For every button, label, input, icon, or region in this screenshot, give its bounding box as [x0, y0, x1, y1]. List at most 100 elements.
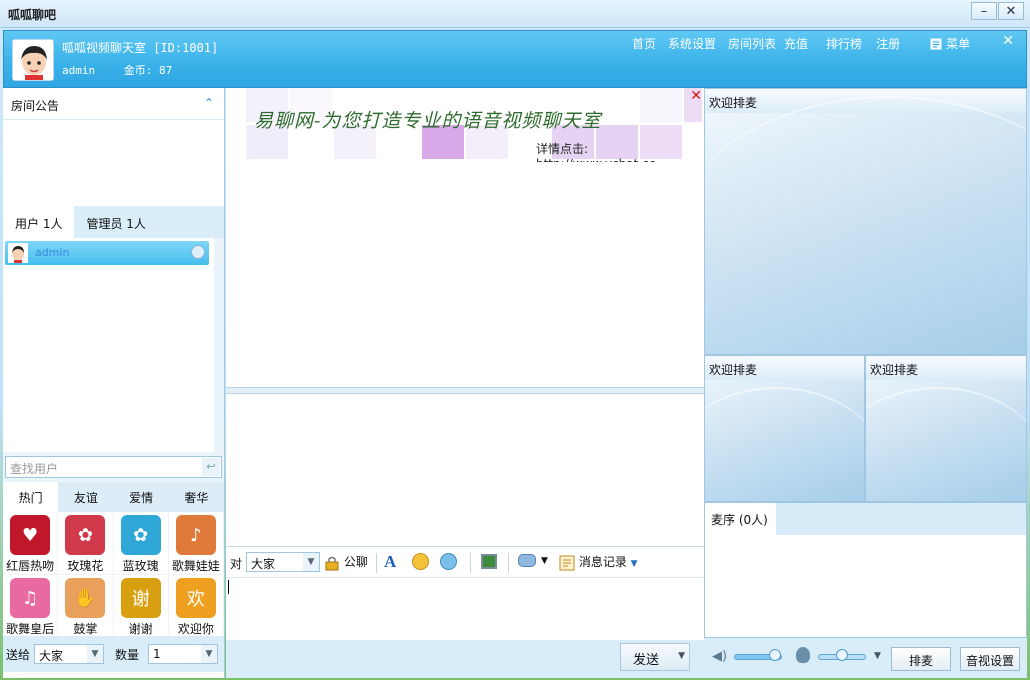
- video-panel: 欢迎排麦 欢迎排麦 欢迎排麦 麦序 (0人) ◀) ▼ 排麦 音视设置: [704, 88, 1027, 678]
- queue-button[interactable]: 排麦: [891, 647, 951, 671]
- menu-label: 菜单: [946, 37, 971, 51]
- close-icon[interactable]: ✕: [690, 88, 702, 104]
- gift-item[interactable]: ♥ 红唇热吻: [3, 512, 59, 575]
- tab-admins[interactable]: 管理员 1人: [74, 206, 157, 238]
- chevron-down-icon[interactable]: ▼: [541, 556, 548, 566]
- minimize-button[interactable]: –: [971, 2, 997, 20]
- gift-item[interactable]: ♫ 歌舞皇后: [3, 575, 59, 638]
- enter-icon[interactable]: ↩: [202, 458, 220, 476]
- public-chat-toggle[interactable]: 公聊: [324, 553, 368, 571]
- second-mic-video[interactable]: 欢迎排麦: [704, 355, 865, 502]
- quantity-value: 1: [153, 647, 161, 661]
- mic-title: 欢迎排麦: [866, 356, 1026, 380]
- gift-item[interactable]: ♪ 歌舞娃娃: [168, 512, 224, 575]
- room-title: 呱呱视频聊天室 [ID:1001]: [62, 41, 219, 55]
- nav-room-list[interactable]: 房间列表: [728, 35, 776, 52]
- applause-icon: ✋: [65, 578, 106, 618]
- search-input[interactable]: 查找用户 ↩: [5, 456, 222, 478]
- nav-rank[interactable]: 排行榜: [826, 35, 862, 52]
- mic-volume-handle[interactable]: [836, 649, 848, 661]
- chevron-down-icon: ▼: [303, 553, 319, 571]
- user-list: admin: [3, 238, 224, 452]
- chat-panel: 易聊网-为您打造专业的语音视频聊天室 详情点击: http://www.ycha…: [226, 88, 704, 678]
- nav-register[interactable]: 注册: [876, 35, 900, 52]
- thanks-icon: 谢: [120, 578, 161, 618]
- chat-bubble-icon[interactable]: [518, 554, 536, 567]
- quantity-label: 数量: [115, 648, 140, 662]
- font-icon[interactable]: A: [384, 552, 396, 572]
- send-to-value: 大家: [39, 649, 64, 663]
- av-controls: ◀) ▼ 排麦 音视设置: [704, 638, 1027, 678]
- left-panel: 房间公告 ⌃ 用户 1人 管理员 1人 admin 查找用户 ↩ 热门 友谊 爱…: [3, 88, 225, 678]
- gift-label: 歌舞娃娃: [171, 559, 220, 573]
- chat-target-select[interactable]: 大家 ▼: [246, 552, 320, 572]
- gift-tab-love[interactable]: 爱情: [114, 482, 169, 512]
- speaker-volume-handle[interactable]: [768, 649, 781, 661]
- private-message-area[interactable]: [226, 394, 704, 546]
- history-button[interactable]: 消息记录 ▼: [559, 553, 638, 571]
- speaker-icon[interactable]: ◀): [712, 649, 727, 664]
- ad-banner[interactable]: 易聊网-为您打造专业的语音视频聊天室 详情点击: http://www.ycha…: [226, 88, 704, 162]
- gift-item[interactable]: 欢欢迎你: [168, 575, 224, 638]
- gift-tab-luxury[interactable]: 奢华: [169, 482, 224, 512]
- user-row-avatar: [8, 243, 28, 263]
- user-tabs: 用户 1人 管理员 1人: [3, 206, 224, 238]
- gift-label: 玫瑰花: [67, 559, 104, 573]
- blue-rose-icon: ✿: [120, 515, 161, 555]
- gift-item[interactable]: ✿ 玫瑰花: [58, 512, 114, 575]
- chevron-down-icon: ▼: [201, 645, 217, 663]
- mic-queue-title: 麦序 (0人): [705, 503, 776, 535]
- notice-header: 房间公告 ⌃: [3, 88, 224, 120]
- welcome-icon: 欢: [175, 578, 216, 618]
- chat-target-value: 大家: [251, 557, 276, 571]
- main-mic-video[interactable]: 欢迎排麦: [704, 88, 1027, 355]
- chevron-down-icon[interactable]: ▼: [874, 651, 881, 661]
- user-avatar[interactable]: [12, 39, 54, 81]
- collapse-icon[interactable]: ⌃: [204, 96, 214, 110]
- public-chat-label: 公聊: [343, 555, 368, 569]
- send-to-select[interactable]: 大家 ▼: [34, 644, 104, 664]
- gift-item[interactable]: 谢谢谢: [113, 575, 169, 638]
- av-settings-button[interactable]: 音视设置: [960, 647, 1020, 671]
- dance-queen-icon: ♫: [10, 578, 51, 618]
- close-window-button[interactable]: ✕: [998, 2, 1024, 20]
- camera-icon: [191, 245, 205, 259]
- quantity-select[interactable]: 1 ▼: [148, 644, 218, 664]
- third-mic-video[interactable]: 欢迎排麦: [865, 355, 1027, 502]
- window-title: 呱呱聊吧: [8, 8, 57, 22]
- user-search: 查找用户 ↩: [3, 452, 224, 482]
- lock-icon: [325, 556, 339, 570]
- window-titlebar: 呱呱聊吧 – ✕: [0, 0, 1030, 28]
- public-message-area[interactable]: [226, 162, 704, 388]
- gift-label: 欢迎你: [177, 622, 214, 636]
- send-to-label: 送给: [6, 648, 31, 662]
- send-button[interactable]: 发送 ▼: [620, 643, 690, 671]
- menu-button[interactable]: 菜单: [930, 35, 970, 52]
- nav-home[interactable]: 首页: [632, 35, 656, 52]
- nav-recharge[interactable]: 充值: [784, 35, 808, 52]
- gift-tab-hot[interactable]: 热门: [3, 482, 59, 512]
- microphone-icon[interactable]: [796, 647, 810, 663]
- image-icon[interactable]: [481, 554, 497, 569]
- kiss-icon: ♥: [10, 515, 51, 555]
- sticker-icon[interactable]: [440, 553, 457, 570]
- send-label: 发送: [633, 653, 660, 668]
- to-label: 对: [230, 557, 243, 571]
- emoji-icon[interactable]: [412, 553, 429, 570]
- history-label: 消息记录: [578, 555, 627, 569]
- message-input[interactable]: [226, 578, 704, 640]
- tab-users[interactable]: 用户 1人: [3, 206, 75, 238]
- gift-label: 歌舞皇后: [6, 622, 55, 636]
- gift-item[interactable]: ✋ 鼓掌: [58, 575, 114, 638]
- gift-tab-friendship[interactable]: 友谊: [58, 482, 113, 512]
- banner-detail-link[interactable]: 详情点击: http://www.ychat.cc: [536, 140, 704, 162]
- user-row[interactable]: admin: [5, 241, 209, 265]
- gift-tabs: 热门 友谊 爱情 奢华: [3, 482, 224, 512]
- gift-item[interactable]: ✿ 蓝玫瑰: [113, 512, 169, 575]
- chat-toolbar: 对 大家 ▼ 公聊 A ▼ 消息记录 ▼: [226, 546, 704, 578]
- header-close-button[interactable]: ✕: [1002, 33, 1014, 49]
- top-nav: 首页 系统设置 房间列表 充值 排行榜 注册 菜单: [632, 35, 970, 52]
- dancing-doll-icon: ♪: [175, 515, 216, 555]
- nav-settings[interactable]: 系统设置: [668, 35, 716, 52]
- chevron-down-icon[interactable]: ▼: [678, 651, 685, 661]
